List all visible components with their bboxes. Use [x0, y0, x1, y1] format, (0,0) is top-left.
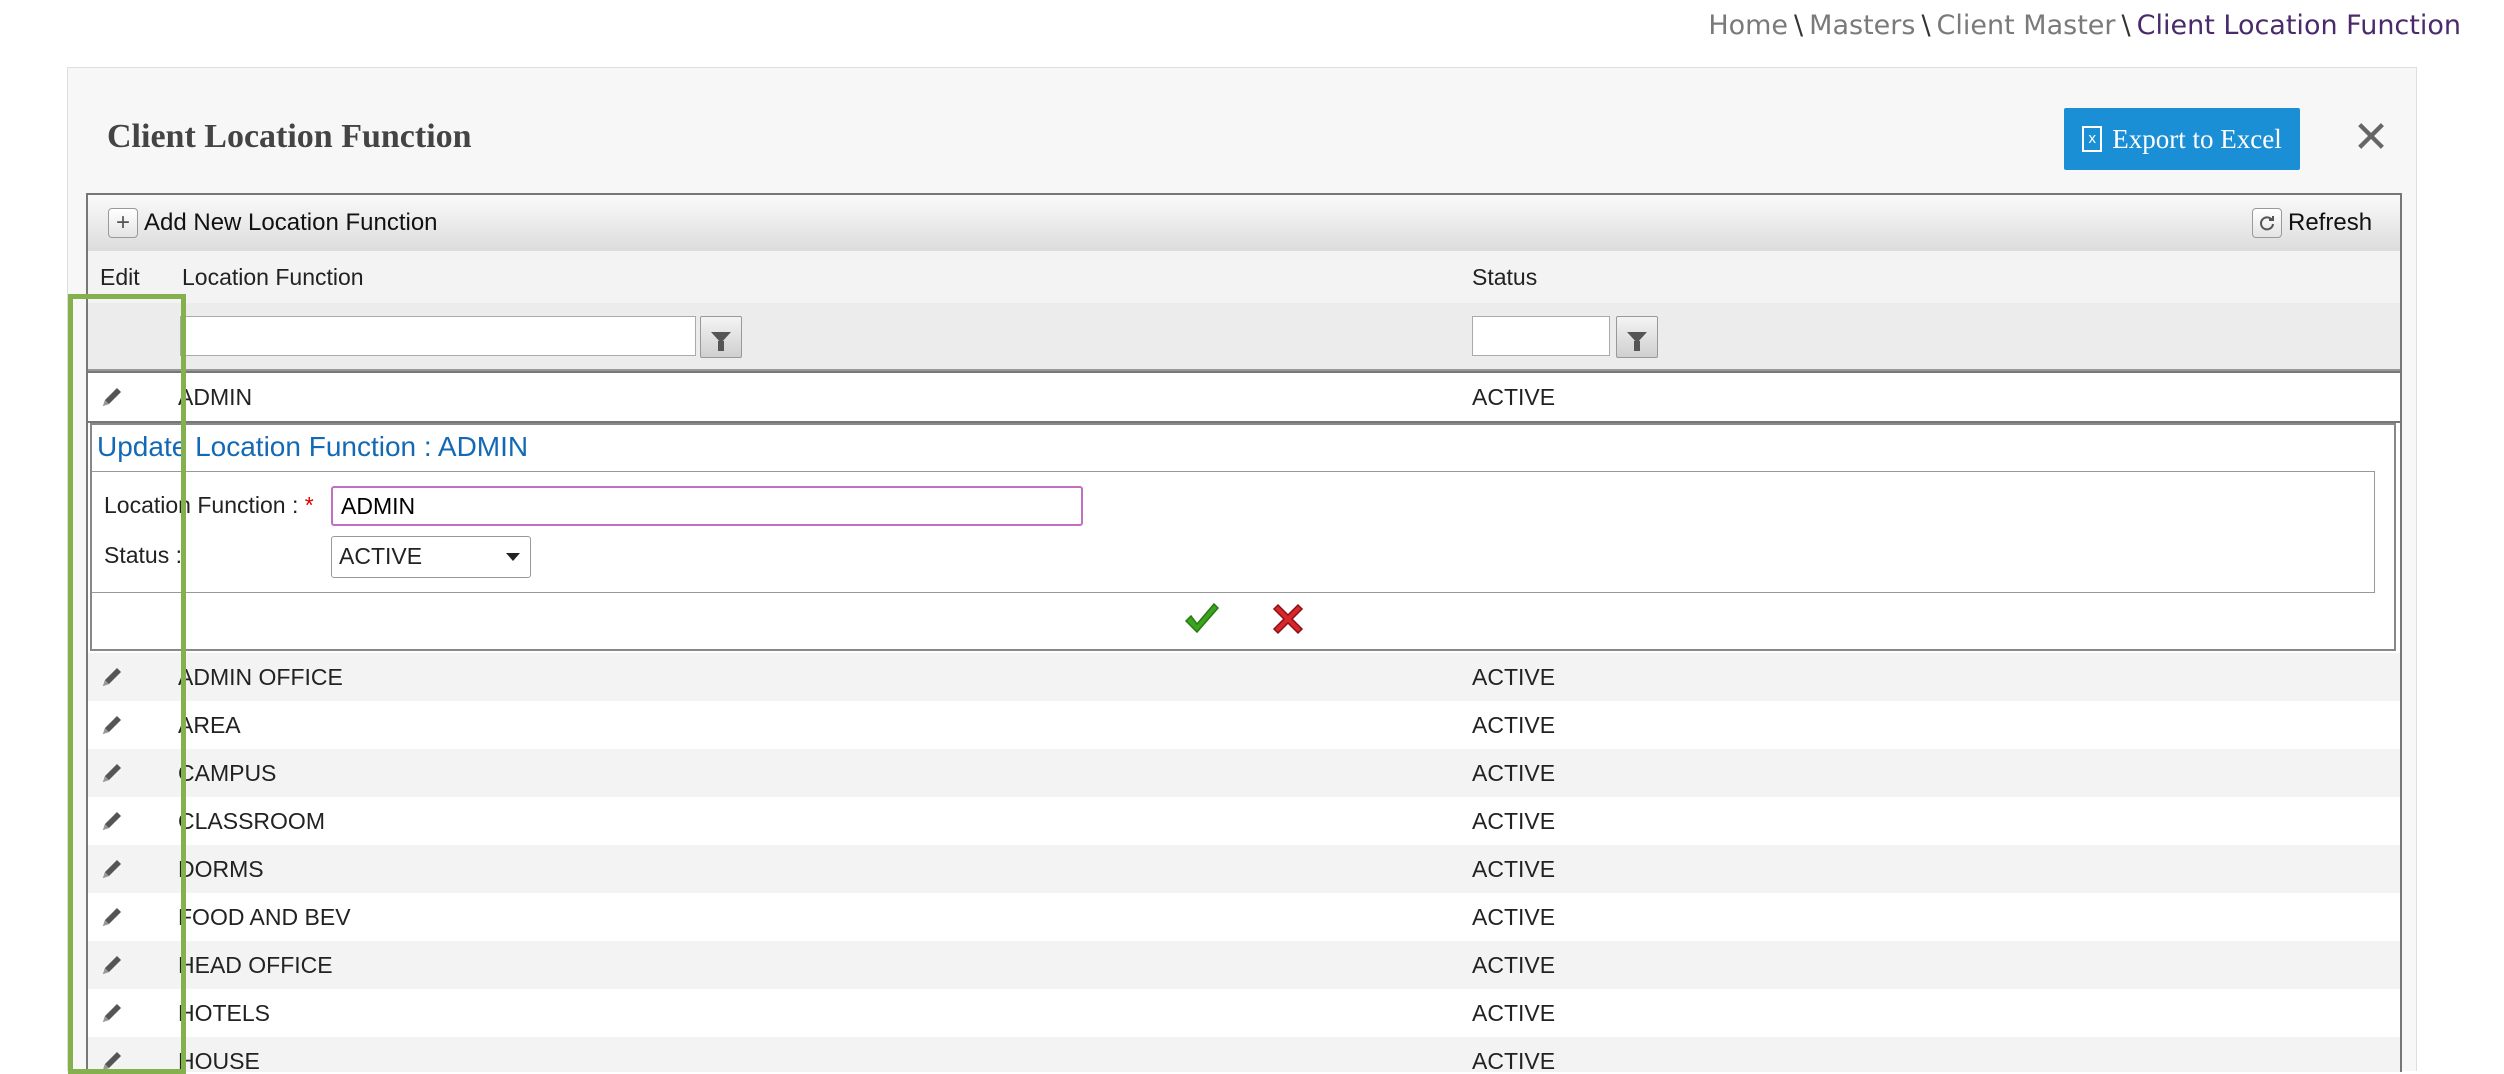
breadcrumb-home[interactable]: Home	[1708, 10, 1788, 41]
table-row[interactable]: ADMIN ACTIVE	[88, 371, 2400, 423]
breadcrumb-masters[interactable]: Masters	[1809, 10, 1915, 41]
pencil-icon[interactable]	[99, 808, 125, 834]
refresh-button[interactable]: Refresh	[2252, 207, 2372, 239]
column-header-location-function[interactable]: Location Function	[182, 264, 364, 291]
pencil-icon[interactable]	[99, 712, 125, 738]
table-row[interactable]: DORMS ACTIVE	[88, 845, 2400, 893]
status-cell: ACTIVE	[1472, 1000, 1556, 1026]
table-row[interactable]: CAMPUS ACTIVE	[88, 749, 2400, 797]
status-filter-button[interactable]	[1616, 316, 1658, 358]
grid-header-row: Edit Location Function Status	[88, 251, 2400, 304]
pencil-icon[interactable]	[99, 952, 125, 978]
table-row[interactable]: AREA ACTIVE	[88, 701, 2400, 749]
column-header-edit[interactable]: Edit	[100, 264, 140, 291]
table-row[interactable]: CLASSROOM ACTIVE	[88, 797, 2400, 845]
export-label: Export to Excel	[2112, 123, 2282, 154]
refresh-icon	[2252, 208, 2282, 238]
add-new-location-function-button[interactable]: + Add New Location Function	[108, 207, 438, 239]
form-actions	[92, 591, 2394, 649]
refresh-label: Refresh	[2288, 209, 2373, 236]
chevron-down-icon	[506, 553, 520, 561]
add-label: Add New Location Function	[144, 209, 438, 236]
status-filter-input[interactable]	[1472, 316, 1610, 356]
status-cell: ACTIVE	[1472, 904, 1556, 930]
pencil-icon[interactable]	[99, 904, 125, 930]
status-cell: ACTIVE	[1472, 664, 1556, 690]
location-function-cell: CAMPUS	[178, 760, 277, 786]
location-function-grid: + Add New Location Function Refresh Edit…	[86, 193, 2402, 1072]
status-cell: ACTIVE	[1472, 712, 1556, 738]
export-to-excel-button[interactable]: x Export to Excel	[2064, 108, 2300, 170]
form-title: Update Location Function : ADMIN	[97, 431, 529, 462]
filter-icon	[711, 331, 731, 351]
breadcrumb-separator: \	[1794, 10, 1804, 41]
location-function-filter-input[interactable]	[180, 316, 696, 356]
column-header-status[interactable]: Status	[1472, 264, 1537, 291]
table-row[interactable]: HOUSE ACTIVE	[88, 1037, 2400, 1072]
status-label: Status :	[104, 542, 182, 568]
filter-icon	[1627, 331, 1647, 351]
location-function-cell: CLASSROOM	[178, 808, 325, 834]
plus-icon: +	[108, 208, 138, 238]
refresh-icon	[2260, 216, 2274, 231]
status-select[interactable]: ACTIVE	[331, 536, 531, 578]
status-cell: ACTIVE	[1472, 1048, 1556, 1072]
pencil-icon[interactable]	[99, 664, 125, 690]
breadcrumb-separator: \	[2121, 10, 2131, 41]
location-function-cell: FOOD AND BEV	[178, 904, 351, 930]
pencil-icon[interactable]	[99, 760, 125, 786]
location-function-cell: ADMIN OFFICE	[178, 664, 343, 690]
table-row[interactable]: FOOD AND BEV ACTIVE	[88, 893, 2400, 941]
close-icon[interactable]: ✕	[2351, 116, 2391, 160]
pencil-icon[interactable]	[99, 384, 125, 410]
status-cell: ACTIVE	[1472, 856, 1556, 882]
location-function-cell: HOTELS	[178, 1000, 271, 1026]
pencil-icon[interactable]	[99, 1048, 125, 1072]
status-cell: ACTIVE	[1472, 384, 1556, 410]
cancel-x-icon[interactable]	[1268, 599, 1308, 639]
location-function-cell: HOUSE	[178, 1048, 260, 1072]
table-row[interactable]: ADMIN OFFICE ACTIVE	[88, 653, 2400, 701]
status-cell: ACTIVE	[1472, 760, 1556, 786]
location-function-cell: HEAD OFFICE	[178, 952, 333, 978]
page-title: Client Location Function	[107, 118, 472, 155]
location-function-cell: ADMIN	[178, 384, 253, 410]
location-function-label-text: Location Function :	[104, 492, 299, 518]
checkmark-icon[interactable]	[1182, 599, 1222, 639]
update-location-function-form: Update Location Function : ADMIN Locatio…	[90, 423, 2396, 651]
status-cell: ACTIVE	[1472, 952, 1556, 978]
breadcrumb-current: Client Location Function	[2136, 10, 2461, 41]
location-function-field[interactable]	[331, 486, 1083, 526]
status-select-value: ACTIVE	[339, 543, 423, 569]
excel-file-icon: x	[2082, 126, 2103, 152]
location-function-cell: DORMS	[178, 856, 264, 882]
grid-toolbar: + Add New Location Function Refresh	[88, 195, 2400, 252]
table-row[interactable]: HOTELS ACTIVE	[88, 989, 2400, 1037]
breadcrumb-separator: \	[1921, 10, 1931, 41]
location-function-filter-button[interactable]	[700, 316, 742, 358]
form-body: Location Function : * Status : ACTIVE	[92, 471, 2375, 593]
table-row[interactable]: HEAD OFFICE ACTIVE	[88, 941, 2400, 989]
pencil-icon[interactable]	[99, 856, 125, 882]
breadcrumb: Home \ Masters \ Client Master \ Client Locati…	[1708, 10, 2461, 41]
breadcrumb-client-master[interactable]: Client Master	[1937, 10, 2116, 41]
pencil-icon[interactable]	[99, 1000, 125, 1026]
required-mark: *	[304, 492, 314, 518]
grid-filter-row	[88, 303, 2400, 372]
location-function-label: Location Function : *	[104, 492, 314, 519]
status-cell: ACTIVE	[1472, 808, 1556, 834]
location-function-cell: AREA	[178, 712, 241, 738]
